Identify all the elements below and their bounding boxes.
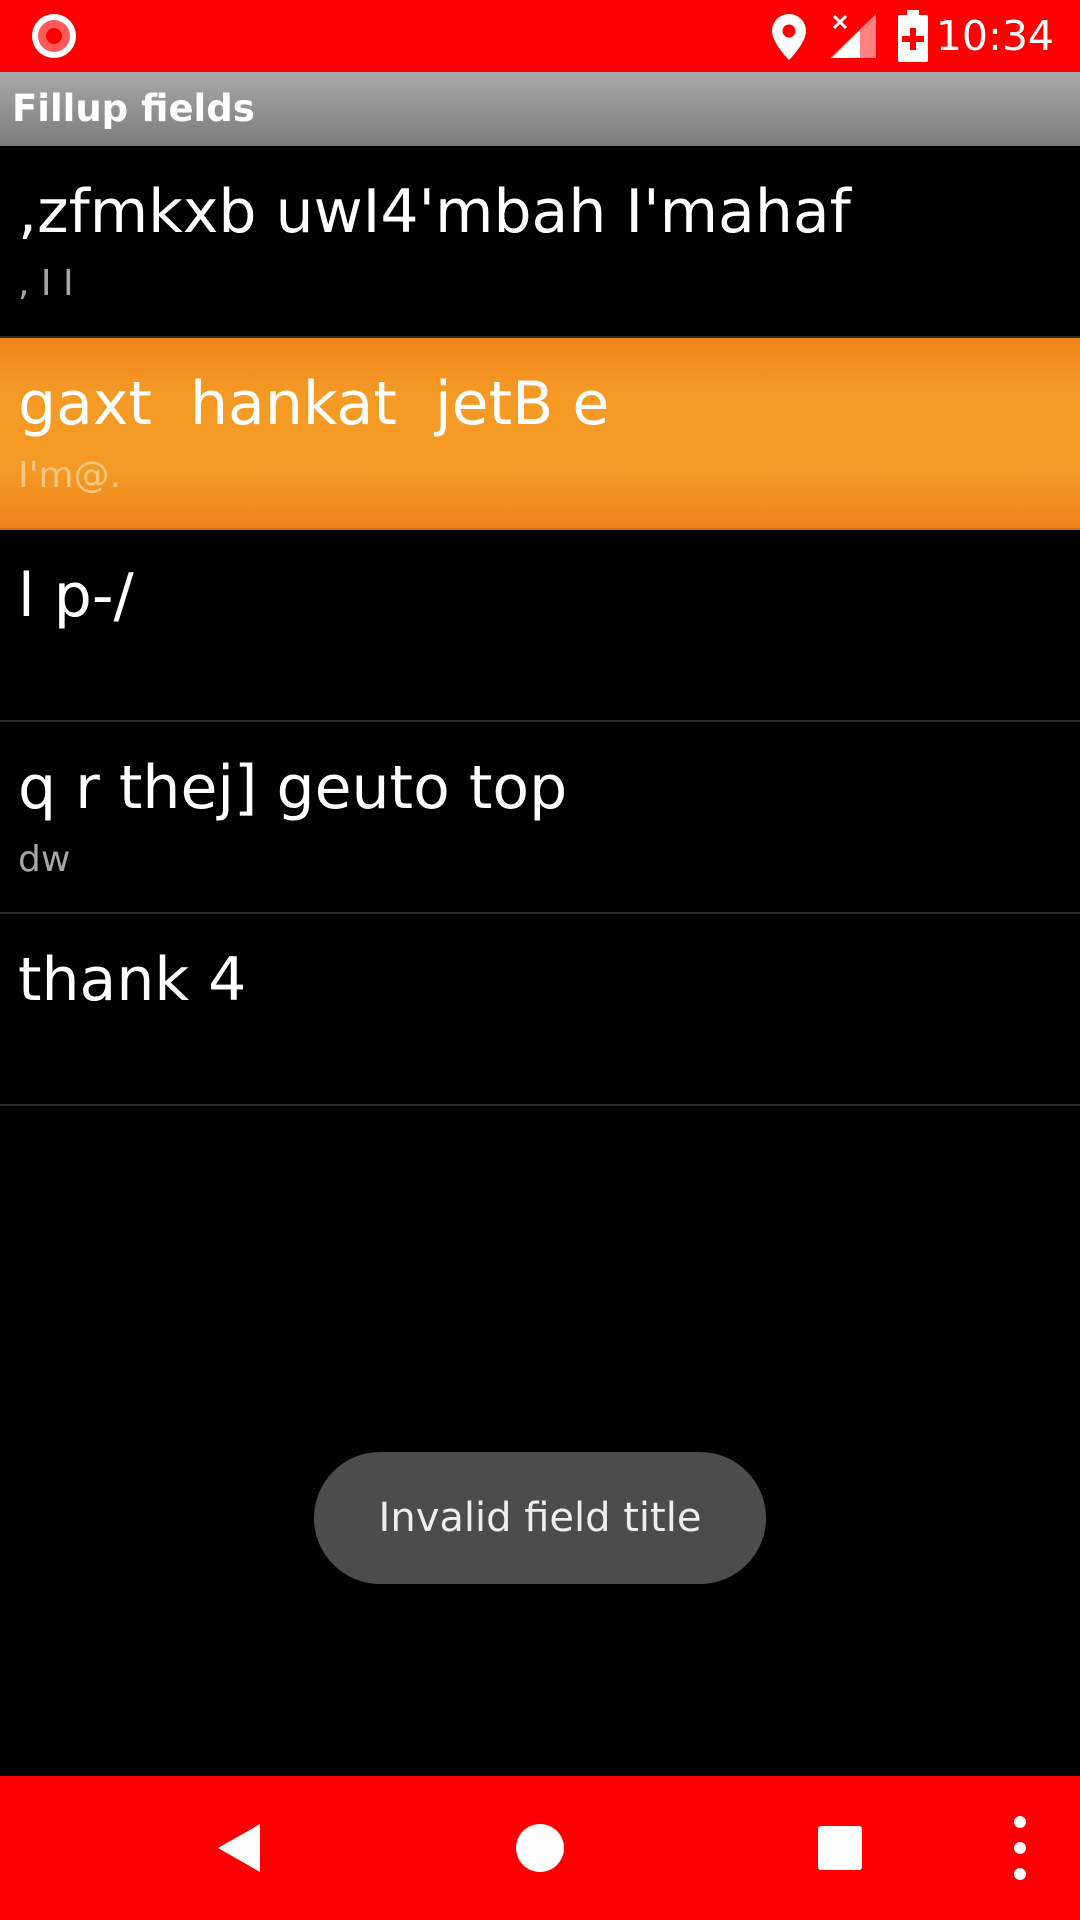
list-item[interactable]: l p-/ — [0, 530, 1080, 722]
record-icon — [32, 14, 76, 58]
location-icon — [772, 14, 806, 60]
field-title: thank 4 — [18, 945, 247, 1015]
field-title: gaxt hankat jetB e — [18, 369, 610, 439]
field-title: l p-/ — [18, 561, 134, 631]
list-item-selected[interactable]: gaxt hankat jetB e I'm@. — [0, 338, 1080, 530]
page-title: Fillup fields — [12, 87, 255, 130]
list-item[interactable]: ,zfmkxb uwI4'mbah I'mahaf , I I — [0, 146, 1080, 338]
overflow-menu-icon[interactable] — [990, 1776, 1050, 1920]
title-bar: Fillup fields — [0, 72, 1080, 146]
field-subtitle: , I I — [18, 263, 74, 304]
field-subtitle: dw — [18, 839, 71, 880]
recents-icon[interactable] — [780, 1776, 900, 1920]
field-title: q r thej] geuto top — [18, 753, 568, 823]
toast-message: Invalid field title — [314, 1452, 766, 1584]
battery-icon — [898, 10, 928, 62]
list-item[interactable]: thank 4 — [0, 914, 1080, 1106]
signal-icon — [830, 14, 876, 58]
field-title: ,zfmkxb uwI4'mbah I'mahaf — [18, 177, 851, 247]
list-item[interactable]: q r thej] geuto top dw — [0, 722, 1080, 914]
back-icon[interactable] — [180, 1776, 300, 1920]
navigation-bar — [0, 1776, 1080, 1920]
status-bar: 10:34 — [0, 0, 1080, 72]
field-subtitle: I'm@. — [18, 455, 122, 496]
home-icon[interactable] — [480, 1776, 600, 1920]
status-time: 10:34 — [935, 12, 1054, 60]
screen: 10:34 Fillup fields ,zfmkxb uwI4'mbah I'… — [0, 0, 1080, 1920]
fields-list: ,zfmkxb uwI4'mbah I'mahaf , I I gaxt han… — [0, 146, 1080, 1106]
